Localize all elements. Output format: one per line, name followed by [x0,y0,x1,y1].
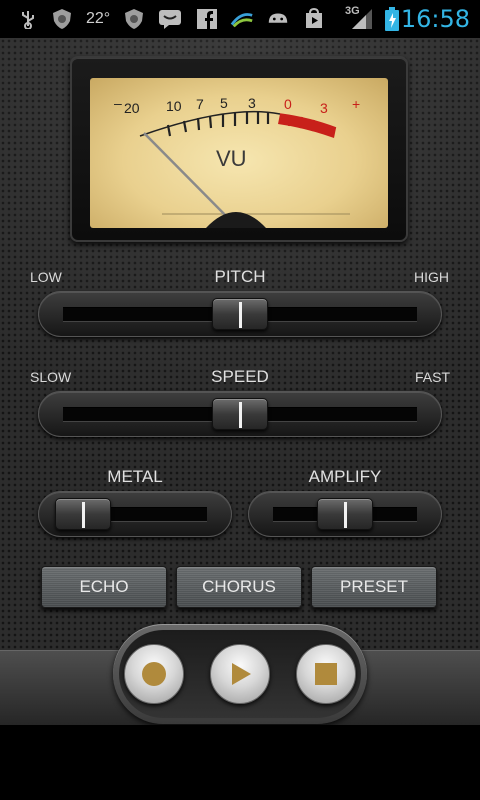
main-panel: – 20 10 7 5 3 0 3 + VU LOW PITCH HIGH SL… [0,38,480,650]
vu-scale-3: 3 [248,95,256,111]
echo-button[interactable]: ECHO [41,566,167,608]
metal-slider-knob[interactable] [55,498,111,530]
vu-scale-10: 10 [166,98,182,114]
signal-icon [350,8,374,30]
metal-slider[interactable] [38,491,232,537]
speed-title: SPEED [211,367,269,386]
pitch-slider[interactable] [38,291,442,337]
temperature-text: 22° [86,10,111,27]
stop-button[interactable] [296,644,356,704]
navigation-area [0,725,480,800]
amplify-slider[interactable] [248,491,442,537]
vu-scale-plus3: 3 [320,100,328,116]
usb-icon [16,8,40,30]
play-button[interactable] [210,644,270,704]
vu-scale-0: 0 [284,96,292,112]
vu-meter-face: – 20 10 7 5 3 0 3 + VU [90,78,388,228]
pitch-min-label: LOW [30,269,62,285]
stop-icon [315,663,337,685]
pitch-slider-knob[interactable] [212,298,268,330]
speed-max-label: FAST [415,369,451,385]
pitch-title: PITCH [214,267,266,286]
vu-label: VU [216,146,247,171]
swype-icon [230,8,254,30]
speed-slider-knob[interactable] [212,398,268,430]
vu-scale-7: 7 [196,96,204,112]
shield-icon [122,8,146,30]
record-button[interactable] [124,644,184,704]
chorus-button[interactable]: CHORUS [176,566,302,608]
amplify-slider-knob[interactable] [317,498,373,530]
speed-slider[interactable] [38,391,442,437]
facebook-icon [195,8,219,30]
transport-controls [113,624,367,724]
preset-button[interactable]: PRESET [311,566,437,608]
play-icon [232,663,251,685]
shield-icon [50,8,74,30]
pitch-max-label: HIGH [414,269,449,285]
speed-min-label: SLOW [30,369,72,385]
amplify-title: AMPLIFY [308,467,382,486]
clock: 16:58 [400,5,470,33]
status-bar: 22° 3G 16:58 [0,0,480,38]
play-store-icon [302,8,326,30]
record-icon [142,662,166,686]
metal-title: METAL [107,467,163,486]
android-icon [266,8,290,30]
vu-scale-plus: + [352,96,360,112]
vu-scale-minus: – [114,95,122,111]
chat-icon [158,8,182,30]
vu-scale-5: 5 [220,95,228,111]
vu-meter: – 20 10 7 5 3 0 3 + VU [70,56,408,242]
vu-scale-20: 20 [124,100,140,116]
